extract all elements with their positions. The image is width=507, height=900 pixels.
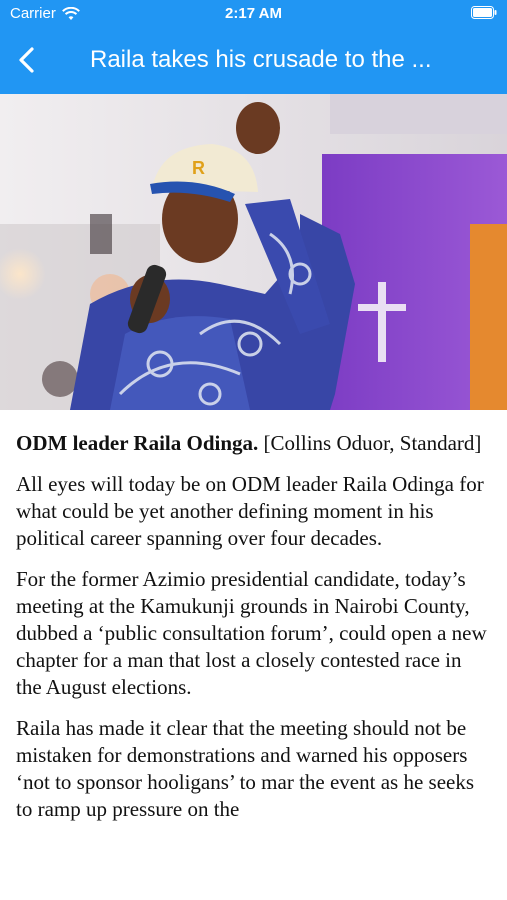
caption-credit: [Collins Oduor, Standard] xyxy=(258,431,482,455)
back-chevron-icon[interactable] xyxy=(12,44,42,76)
battery-icon xyxy=(471,6,497,19)
status-bar: Carrier 2:17 AM xyxy=(0,0,507,28)
article-body: ODM leader Raila Odinga. [Collins Oduor,… xyxy=(16,430,491,837)
caption-subject: ODM leader Raila Odinga. xyxy=(16,431,259,455)
photo-caption: ODM leader Raila Odinga. [Collins Oduor,… xyxy=(16,430,491,457)
article-photo-illustration: R xyxy=(0,94,507,410)
article-photo[interactable]: R xyxy=(0,94,507,410)
svg-text:R: R xyxy=(192,158,205,178)
nav-row: Raila takes his crusade to the ... xyxy=(0,36,507,84)
page-title: Raila takes his crusade to the ... xyxy=(90,46,432,73)
article-paragraph: For the former Azimio presidential candi… xyxy=(16,567,487,699)
article-paragraph: Raila has made it clear that the meeting… xyxy=(16,716,475,821)
status-time: 2:17 AM xyxy=(225,5,282,22)
article-paragraph: All eyes will today be on ODM leader Rai… xyxy=(16,472,484,550)
navigation-bar: Carrier 2:17 AM Raila takes his crusade … xyxy=(0,0,507,94)
